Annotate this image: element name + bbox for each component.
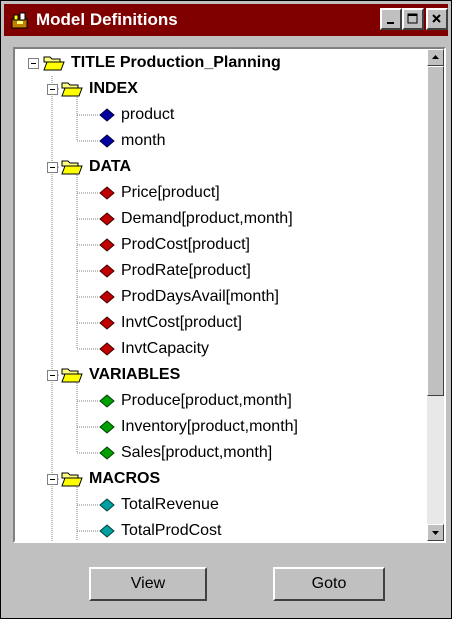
tree-group-data[interactable]: DATA: [15, 154, 415, 180]
index-diamond-icon: [99, 134, 115, 148]
tree-item[interactable]: Demand[product,month]: [15, 206, 415, 232]
tree-item[interactable]: ProdDaysAvail[month]: [15, 284, 415, 310]
definitions-tree[interactable]: TITLE Production_Planning INDEX product …: [13, 47, 446, 543]
item-label: Demand[product,month]: [121, 210, 293, 227]
folder-open-icon: [61, 82, 83, 97]
item-label: InvtCost[product]: [121, 314, 242, 331]
data-diamond-icon: [99, 316, 115, 330]
data-diamond-icon: [99, 238, 115, 252]
minimize-icon: [387, 22, 394, 24]
item-label: ProdDaysAvail[month]: [121, 288, 279, 305]
tree-group-index[interactable]: INDEX: [15, 76, 415, 102]
item-label: TotalProdCost: [121, 522, 222, 539]
tree-item[interactable]: Price[product]: [15, 180, 415, 206]
window-title: Model Definitions: [36, 10, 178, 29]
tree-item[interactable]: InvtCapacity: [15, 336, 415, 362]
arrow-up-icon: [432, 55, 439, 59]
root-label: TITLE Production_Planning: [71, 54, 281, 71]
vertical-scrollbar[interactable]: [427, 49, 444, 541]
item-label: Price[product]: [121, 184, 220, 201]
item-label: ProdRate[product]: [121, 262, 251, 279]
item-label: month: [121, 132, 166, 149]
item-label: product: [121, 106, 175, 123]
collapse-icon[interactable]: [47, 370, 58, 381]
maximize-icon: [407, 13, 418, 24]
group-label: MACROS: [89, 470, 161, 487]
model-definitions-window: Model Definitions TITLE Production_Plann…: [0, 0, 452, 619]
group-label: VARIABLES: [89, 366, 181, 383]
item-label: Sales[product,month]: [121, 444, 273, 461]
variable-diamond-icon: [99, 446, 115, 460]
collapse-icon[interactable]: [28, 58, 39, 69]
variable-diamond-icon: [99, 420, 115, 434]
data-diamond-icon: [99, 290, 115, 304]
collapse-icon[interactable]: [47, 474, 58, 485]
maximize-button[interactable]: [402, 8, 424, 30]
tree-item[interactable]: ProdCost[product]: [15, 232, 415, 258]
tree-item[interactable]: Produce[product,month]: [15, 388, 415, 414]
tree-item[interactable]: Inventory[product,month]: [15, 414, 415, 440]
folder-open-icon: [61, 472, 83, 487]
close-icon: [432, 14, 441, 23]
data-diamond-icon: [99, 264, 115, 278]
macro-diamond-icon: [99, 524, 115, 538]
tree-group-variables[interactable]: VARIABLES: [15, 362, 415, 388]
collapse-icon[interactable]: [47, 162, 58, 173]
data-diamond-icon: [99, 342, 115, 356]
minimize-button[interactable]: [380, 8, 402, 30]
item-label: Produce[product,month]: [121, 392, 292, 409]
tree-root[interactable]: TITLE Production_Planning: [15, 50, 415, 76]
item-label: InvtCapacity: [121, 340, 210, 357]
item-label: ProdCost[product]: [121, 236, 250, 253]
data-diamond-icon: [99, 212, 115, 226]
goto-button[interactable]: Goto: [273, 567, 385, 601]
tree-item[interactable]: InvtCost[product]: [15, 310, 415, 336]
folder-open-icon: [61, 368, 83, 383]
tree-item[interactable]: ProdRate[product]: [15, 258, 415, 284]
macro-diamond-icon: [99, 498, 115, 512]
view-button[interactable]: View: [89, 567, 207, 601]
folder-open-icon: [43, 56, 65, 71]
app-icon: [11, 12, 28, 29]
folder-open-icon: [61, 160, 83, 175]
group-label: INDEX: [89, 80, 138, 97]
group-label: DATA: [89, 158, 132, 175]
arrow-down-icon: [432, 531, 439, 535]
title-bar[interactable]: Model Definitions: [4, 4, 448, 36]
tree-item[interactable]: TotalRevenue: [15, 492, 415, 518]
close-button[interactable]: [426, 8, 448, 30]
scroll-down-button[interactable]: [427, 524, 444, 541]
tree-item[interactable]: TotalProdCost: [15, 518, 415, 541]
tree-item[interactable]: product: [15, 102, 415, 128]
scroll-thumb[interactable]: [427, 66, 444, 396]
index-diamond-icon: [99, 108, 115, 122]
item-label: Inventory[product,month]: [121, 418, 298, 435]
tree-group-macros[interactable]: MACROS: [15, 466, 415, 492]
tree-item[interactable]: month: [15, 128, 415, 154]
data-diamond-icon: [99, 186, 115, 200]
tree-item[interactable]: Sales[product,month]: [15, 440, 415, 466]
collapse-icon[interactable]: [47, 84, 58, 95]
variable-diamond-icon: [99, 394, 115, 408]
scroll-up-button[interactable]: [427, 49, 444, 66]
item-label: TotalRevenue: [121, 496, 219, 513]
